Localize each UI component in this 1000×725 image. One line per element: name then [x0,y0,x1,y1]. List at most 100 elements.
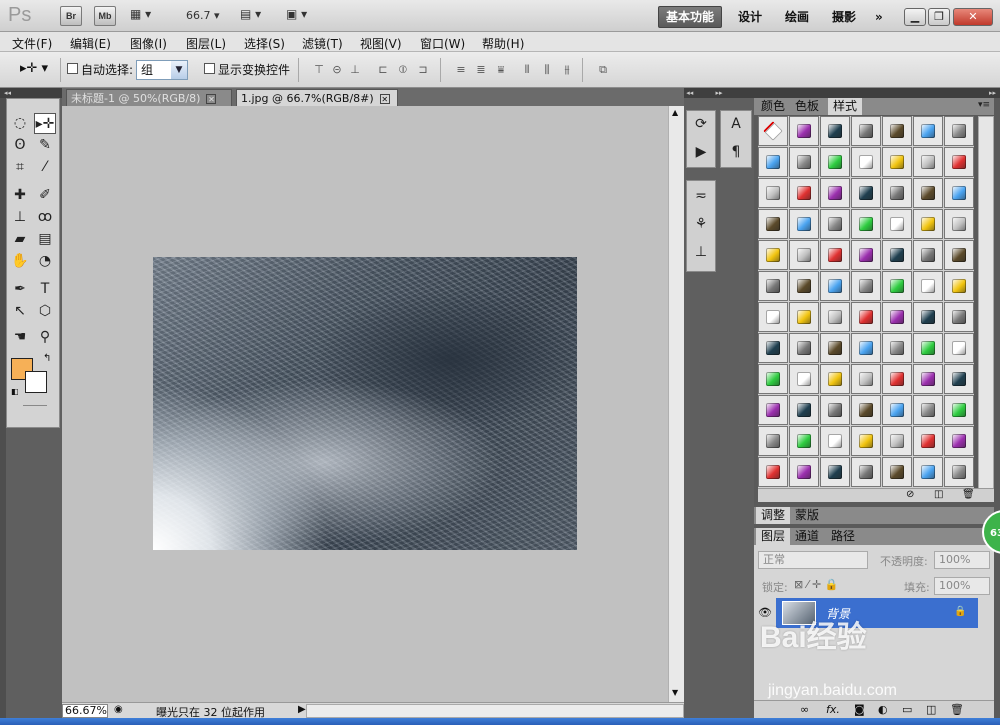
tool-preset-picker[interactable]: ▸✛ ▾ [20,61,48,76]
style-swatch[interactable] [789,457,819,487]
menu-filter[interactable]: 滤镜(T) [302,35,343,52]
style-swatch[interactable] [944,116,974,146]
fill-field[interactable]: 100% [934,577,990,595]
style-swatch[interactable] [851,457,881,487]
toolbox-header[interactable]: ◂◂ [0,88,62,98]
scroll-up-icon[interactable]: ▲ [672,108,678,117]
status-menu-arrow-icon[interactable]: ▶ [298,704,306,715]
background-color-swatch[interactable] [25,371,47,393]
style-swatch[interactable] [944,147,974,177]
style-swatch[interactable] [758,116,788,146]
style-swatch[interactable] [820,147,850,177]
style-swatch[interactable] [851,333,881,363]
tab-channels[interactable]: 通道 [790,528,824,545]
clone-source-icon[interactable]: ⚘ [689,213,713,235]
quick-select-tool-icon[interactable]: ✎ [34,135,56,156]
type-tool-icon[interactable]: T [34,279,56,300]
style-swatch[interactable] [944,302,974,332]
tab-layers[interactable]: 图层 [756,528,791,545]
style-swatch[interactable] [758,426,788,456]
style-swatch[interactable] [944,395,974,425]
style-swatch[interactable] [882,333,912,363]
close-button[interactable]: ✕ [953,8,993,26]
style-swatch[interactable] [913,147,943,177]
menu-view[interactable]: 视图(V) [360,35,402,52]
distribute-right-icon[interactable]: ⫵ [560,64,574,76]
style-swatch[interactable] [820,209,850,239]
workspace-essentials[interactable]: 基本功能 [658,6,722,28]
style-swatch[interactable] [851,302,881,332]
healing-brush-tool-icon[interactable]: ✚ [9,185,31,206]
path-select-tool-icon[interactable]: ↖ [9,301,31,322]
style-swatch[interactable] [758,271,788,301]
style-swatch[interactable] [913,364,943,394]
brush-tool-icon[interactable]: ✐ [34,185,56,206]
style-swatch[interactable] [913,426,943,456]
style-swatch[interactable] [913,302,943,332]
bridge-button[interactable]: Br [60,6,82,26]
lasso-tool-icon[interactable]: ʘ [9,135,31,156]
align-hcenter-icon[interactable]: ⦶ [396,64,410,76]
align-left-icon[interactable]: ⊏ [376,64,390,76]
style-swatch[interactable] [820,302,850,332]
style-swatch[interactable] [758,457,788,487]
brush-presets-icon[interactable]: ≂ [689,185,713,207]
style-swatch[interactable] [851,395,881,425]
style-swatch[interactable] [820,116,850,146]
adjustment-layer-icon[interactable]: ◐ [878,703,888,716]
menu-layer[interactable]: 图层(L) [186,35,226,52]
align-vcenter-icon[interactable]: ⊝ [330,64,344,76]
style-swatch[interactable] [789,395,819,425]
style-swatch[interactable] [944,209,974,239]
style-swatch[interactable] [758,395,788,425]
style-swatch[interactable] [913,209,943,239]
style-swatch[interactable] [789,116,819,146]
style-swatch[interactable] [851,209,881,239]
horizontal-scrollbar[interactable] [306,704,684,718]
style-swatch[interactable] [913,116,943,146]
pen-tool-icon[interactable]: ✒ [9,279,31,300]
tool-presets-icon[interactable]: ⊥ [689,241,713,263]
distribute-hcenter-icon[interactable]: ⫼ [540,64,554,76]
lock-icons[interactable]: ⊠ ⁄ ✛ 🔒 [794,578,838,591]
shape-tool-icon[interactable]: ⬡ [34,301,56,322]
panel-menu-icon[interactable]: ▾≡ [978,100,990,110]
delete-style-icon[interactable]: 🗑 [962,489,975,500]
link-layers-icon[interactable]: ∞ [800,703,809,716]
clear-style-icon[interactable]: ⊘ [906,489,914,500]
style-swatch[interactable] [758,209,788,239]
style-swatch[interactable] [944,271,974,301]
style-swatch[interactable] [944,333,974,363]
tab-masks[interactable]: 蒙版 [790,507,824,524]
style-swatch[interactable] [820,364,850,394]
style-swatch[interactable] [851,147,881,177]
tab-adjustments[interactable]: 调整 [756,507,791,524]
style-swatch[interactable] [789,271,819,301]
align-bottom-icon[interactable]: ⊥ [348,64,362,76]
tab-untitled-1[interactable]: 未标题-1 @ 50%(RGB/8) ✕ [66,89,232,106]
style-swatch[interactable] [851,240,881,270]
screen-mode-button[interactable]: ▣ ▾ [286,7,314,25]
style-swatch[interactable] [882,209,912,239]
style-swatch[interactable] [758,147,788,177]
dodge-tool-icon[interactable]: ◔ [34,251,56,272]
style-swatch[interactable] [913,271,943,301]
style-swatch[interactable] [882,457,912,487]
style-swatch[interactable] [851,178,881,208]
panel-header[interactable]: ▸▸ [754,88,1000,98]
new-layer-icon[interactable]: ◫ [926,703,936,716]
minimize-button[interactable]: ▁ [904,8,926,26]
view-extras-button[interactable]: ▦ ▾ [130,7,158,25]
style-swatch[interactable] [789,147,819,177]
style-swatch[interactable] [851,116,881,146]
move-tool-icon[interactable]: ▸✛ [34,113,56,134]
tab-swatches[interactable]: 色板 [790,98,824,115]
style-swatch[interactable] [789,178,819,208]
distribute-left-icon[interactable]: ⫴ [520,64,534,76]
style-swatch[interactable] [944,240,974,270]
distribute-vcenter-icon[interactable]: ≣ [474,64,488,76]
style-swatch[interactable] [882,302,912,332]
tab-styles[interactable]: 样式 [828,98,863,115]
style-swatch[interactable] [882,147,912,177]
actions-icon[interactable]: ▶ [689,141,713,163]
